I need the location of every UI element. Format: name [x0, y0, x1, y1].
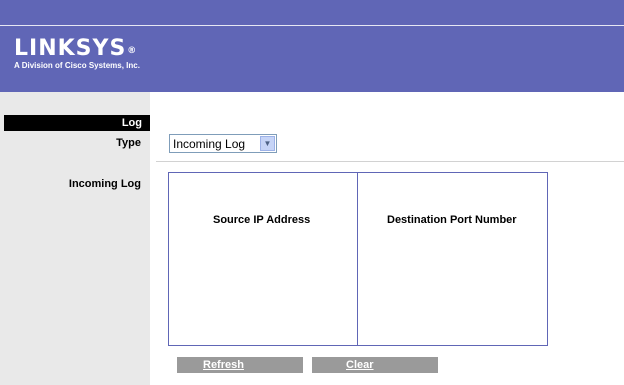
header: LINKSYS® A Division of Cisco Systems, In…	[0, 26, 624, 92]
column-header-destination-port: Destination Port Number	[387, 214, 517, 226]
incoming-log-label: Incoming Log	[68, 178, 141, 190]
log-type-selected: Incoming Log	[173, 137, 246, 151]
linksys-logo: LINKSYS® A Division of Cisco Systems, In…	[14, 36, 140, 71]
top-banner	[0, 0, 624, 26]
registered-mark: ®	[127, 46, 138, 56]
logo-brand: LINKSYS	[14, 36, 127, 61]
refresh-button[interactable]: Refresh	[177, 357, 303, 373]
type-label: Type	[116, 137, 141, 149]
column-header-source-ip: Source IP Address	[213, 214, 311, 226]
chevron-down-icon[interactable]: ▼	[260, 136, 275, 151]
clear-button[interactable]: Clear	[312, 357, 438, 373]
section-title: Log	[4, 115, 150, 131]
log-type-select[interactable]: Incoming Log ▼	[169, 134, 277, 153]
log-table: Source IP Address Destination Port Numbe…	[168, 172, 548, 346]
column-divider	[357, 173, 358, 345]
logo-tagline: A Division of Cisco Systems, Inc.	[14, 61, 140, 70]
divider	[156, 161, 624, 162]
left-sidebar: Log Type Incoming Log	[0, 92, 150, 385]
